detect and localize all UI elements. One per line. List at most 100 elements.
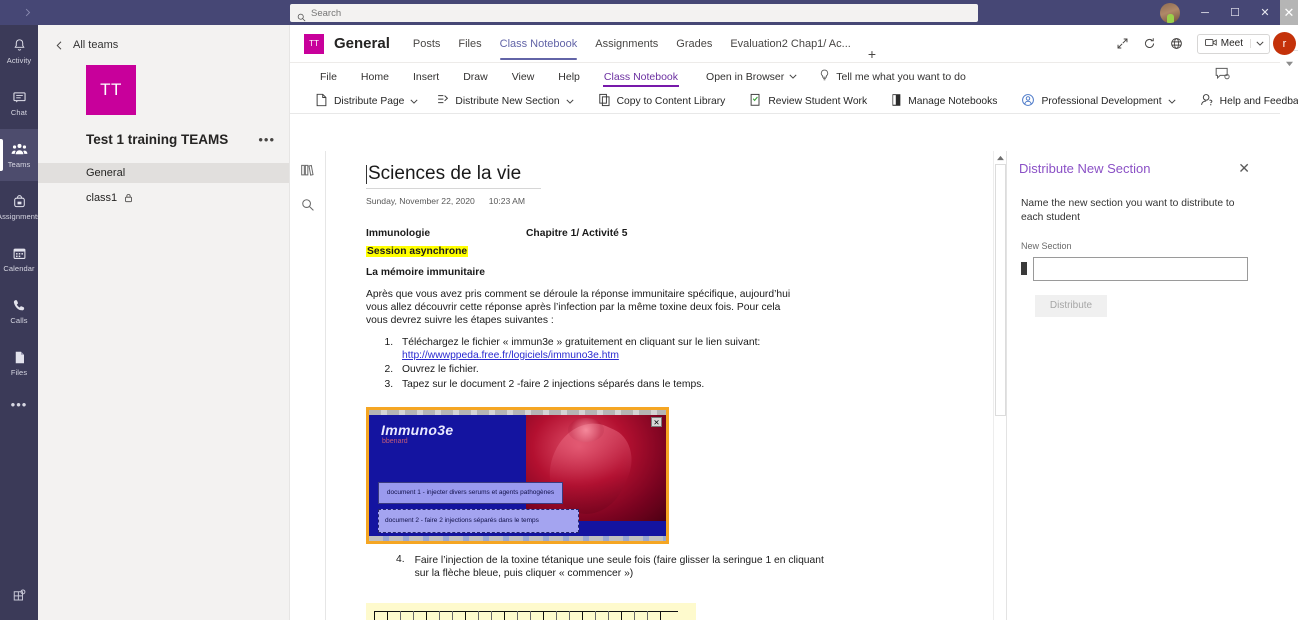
step-4: 4. Faire l’injection de la toxine tétani…	[396, 554, 990, 581]
distribute-button[interactable]: Distribute	[1035, 294, 1107, 317]
open-in-browser-button[interactable]: Open in Browser	[690, 71, 807, 83]
sidebar-item-assignments[interactable]: Assignments	[0, 181, 41, 233]
page-time: 10:23 AM	[488, 196, 526, 206]
comments-icon[interactable]	[1215, 67, 1230, 85]
page-timestamp: Sunday, November 22, 2020 10:23 AM	[366, 196, 990, 206]
screenshot-close-icon: ✕	[651, 417, 662, 428]
ribbon-tab-insert[interactable]: Insert	[401, 63, 451, 90]
minimize-button[interactable]: ─	[1190, 0, 1220, 25]
ribbon-tab-class-notebook[interactable]: Class Notebook	[592, 63, 690, 90]
step-4-text: Faire l’injection de la toxine tétanique…	[414, 555, 824, 580]
help-and-feedback-button[interactable]: Help and Feedback	[1191, 90, 1298, 114]
professional-development-button[interactable]: Professional Development	[1012, 90, 1184, 114]
meet-button[interactable]: Meet	[1198, 38, 1250, 50]
scroll-down-arrow-icon[interactable]	[1280, 56, 1298, 70]
meet-dropdown-button[interactable]	[1250, 39, 1269, 48]
distribute-page-button[interactable]: Distribute Page	[306, 90, 427, 114]
new-section-input[interactable]	[1033, 256, 1248, 281]
team-more-options-button[interactable]: •••	[258, 132, 275, 147]
sidebar-item-label: Files	[10, 368, 28, 377]
sidebar-item-label: Teams	[7, 160, 31, 169]
tab-posts[interactable]: Posts	[404, 25, 450, 62]
professional-dev-icon	[1021, 93, 1035, 110]
page-title: General	[334, 35, 390, 52]
distribute-new-section-panel: Distribute New Section ✕ Name the new se…	[1006, 151, 1262, 620]
channel-header: TT General Posts Files Class Notebook As…	[290, 25, 1296, 63]
close-icon[interactable]: ✕	[1238, 160, 1250, 177]
user-avatar-badge[interactable]: r	[1273, 32, 1296, 55]
manage-notebooks-button[interactable]: Manage Notebooks	[882, 90, 1006, 114]
session-highlight: Session asynchrone	[366, 246, 469, 257]
sidebar-item-calls[interactable]: Calls	[0, 285, 38, 337]
search-icon[interactable]	[301, 198, 315, 217]
ribbon-tab-file[interactable]: File	[308, 63, 349, 90]
scrollbar-thumb[interactable]	[995, 164, 1006, 416]
sidebar-item-label: Calendar	[3, 264, 35, 273]
window-controls: ─ ☐ ✕	[1160, 0, 1280, 25]
sidebar-more-button[interactable]: •••	[0, 389, 38, 419]
sidebar-item-label: Calls	[10, 316, 28, 325]
ribbon-tab-view[interactable]: View	[500, 63, 547, 90]
tell-me-search[interactable]: Tell me what you want to do	[819, 69, 966, 84]
team-avatar[interactable]: TT	[86, 65, 136, 115]
avatar[interactable]	[1160, 2, 1180, 23]
notebooks-icon[interactable]	[300, 163, 315, 182]
ribbon-tab-help[interactable]: Help	[546, 63, 592, 90]
ribbon-tab-draw[interactable]: Draw	[451, 63, 500, 90]
expand-icon[interactable]	[1116, 37, 1129, 50]
screenshot-document1-button: document 1 - injecter divers serums et a…	[378, 482, 563, 504]
lightbulb-icon	[819, 69, 830, 84]
manage-notebooks-icon	[891, 93, 902, 110]
tab-assignments[interactable]: Assignments	[586, 25, 667, 62]
channel-item-class1[interactable]: class1	[38, 188, 289, 208]
tab-files[interactable]: Files	[449, 25, 490, 62]
copy-library-icon	[598, 93, 611, 110]
tab-evaluation2[interactable]: Evaluation2 Chap1/ Ac...	[721, 25, 859, 62]
screenshot-document2-button: document 2 - faire 2 injections séparés …	[378, 509, 579, 533]
search-input[interactable]	[311, 7, 971, 19]
new-section-label: New Section	[1021, 240, 1072, 251]
list-item: Téléchargez le fichier « immun3e » gratu…	[396, 336, 990, 363]
button-label: Review Student Work	[768, 96, 868, 107]
background-window-close-button[interactable]: ✕	[1280, 0, 1298, 25]
sidebar-item-teams[interactable]: Teams	[0, 129, 38, 181]
add-tab-button[interactable]: +	[860, 46, 884, 62]
sidebar-item-calendar[interactable]: Calendar	[0, 233, 38, 285]
list-item: Tapez sur le document 2 -faire 2 injecti…	[396, 378, 990, 391]
distribute-page-icon	[315, 93, 328, 110]
refresh-icon[interactable]	[1143, 37, 1156, 50]
camera-icon	[1204, 38, 1217, 50]
all-teams-button[interactable]: All teams	[38, 25, 289, 59]
tab-bar: Posts Files Class Notebook Assignments G…	[404, 25, 884, 63]
sidebar-item-files[interactable]: Files	[0, 337, 38, 389]
embedded-screenshot-immuno3e[interactable]: Immuno3e bbenard ✕ document 1 - injecter…	[366, 407, 669, 545]
step-4-number: 4.	[396, 554, 405, 566]
copy-to-content-library-button[interactable]: Copy to Content Library	[589, 90, 735, 114]
calendar-icon	[12, 245, 27, 262]
body-paragraph: Après que vous avez pris comment se déro…	[366, 289, 791, 327]
screenshot-logo: Immuno3e	[381, 422, 454, 439]
step-text: Téléchargez le fichier « immun3e » gratu…	[402, 336, 761, 348]
download-link[interactable]: http://wwwppeda.free.fr/logiciels/immuno…	[402, 350, 619, 361]
channel-item-general[interactable]: General	[38, 163, 289, 183]
backpack-icon	[12, 193, 27, 210]
background-window-strip	[1280, 25, 1298, 620]
document-scrollbar[interactable]	[993, 151, 1006, 620]
distribute-new-section-button[interactable]: Distribute New Section	[427, 90, 582, 114]
sidebar-item-chat[interactable]: Chat	[0, 77, 38, 129]
review-student-work-button[interactable]: Review Student Work	[740, 90, 876, 114]
apps-store-button[interactable]	[0, 588, 38, 608]
maximize-button[interactable]: ☐	[1220, 0, 1250, 25]
forward-icon[interactable]	[22, 7, 33, 18]
globe-icon[interactable]	[1170, 37, 1183, 50]
sidebar-item-activity[interactable]: Activity	[0, 25, 38, 77]
subject-label: Immunologie	[366, 228, 431, 239]
page-title-field[interactable]: Sciences de la vie	[366, 163, 541, 189]
tab-class-notebook[interactable]: Class Notebook	[491, 25, 587, 62]
search-icon	[297, 9, 306, 21]
sidebar-item-label: Activity	[6, 56, 32, 65]
close-button[interactable]: ✕	[1250, 0, 1280, 25]
ribbon-tab-home[interactable]: Home	[349, 63, 401, 90]
tab-grades[interactable]: Grades	[667, 25, 721, 62]
search-bar[interactable]	[290, 4, 978, 22]
